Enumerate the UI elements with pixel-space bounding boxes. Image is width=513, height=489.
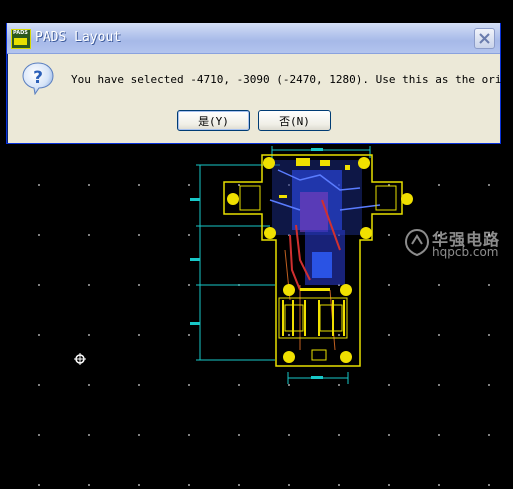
origin-crosshair-icon <box>74 353 86 365</box>
no-button[interactable]: 否(N) <box>258 110 331 131</box>
origin-confirm-dialog: PADS PADS Layout ? You have selected -47… <box>6 23 513 144</box>
watermark: 华强电路 hqpcb.com <box>402 226 512 262</box>
question-icon: ? <box>22 62 54 95</box>
watermark-url: hqpcb.com <box>432 245 499 259</box>
dialog-message: You have selected -4710, -3090 (-2470, 1… <box>71 73 513 86</box>
dialog-title: PADS Layout <box>35 30 122 45</box>
dialog-titlebar[interactable]: PADS PADS Layout <box>7 23 500 54</box>
trace-area <box>269 160 381 351</box>
close-icon <box>479 33 490 44</box>
svg-text:?: ? <box>33 68 43 88</box>
watermark-logo-icon <box>404 228 430 256</box>
pads-app-icon: PADS <box>11 29 31 49</box>
yes-button[interactable]: 是(Y) <box>177 110 250 131</box>
close-button[interactable] <box>474 28 495 49</box>
